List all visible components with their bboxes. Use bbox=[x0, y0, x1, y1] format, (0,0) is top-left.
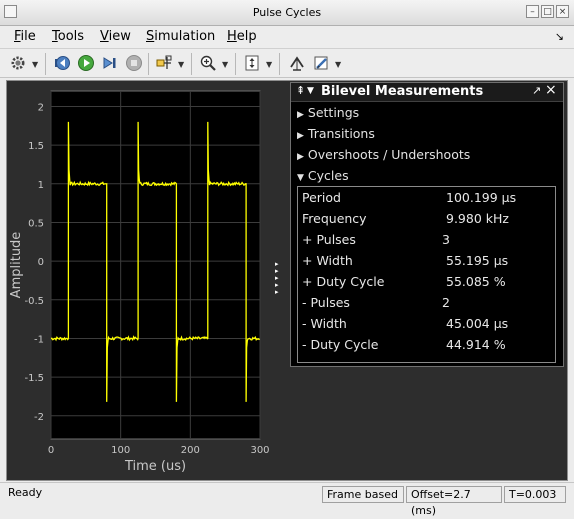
bilevel-measurements-panel: ⇞ ▼ Bilevel Measurements ↗ × ▶ Settings … bbox=[290, 82, 564, 367]
step-back-icon[interactable] bbox=[52, 53, 72, 73]
stop-icon[interactable] bbox=[124, 53, 144, 73]
panel-title: Bilevel Measurements bbox=[321, 84, 484, 99]
y-axis-label: Amplitude bbox=[9, 232, 24, 299]
menu-help[interactable]: Help bbox=[227, 29, 257, 44]
step-forward-icon[interactable] bbox=[100, 53, 120, 73]
maximize-button[interactable]: □ bbox=[541, 5, 554, 18]
zoom-dropdown-icon[interactable]: ▼ bbox=[222, 60, 228, 69]
x-axis-label: Time (us) bbox=[124, 459, 186, 474]
toolbar-separator bbox=[191, 53, 192, 75]
section-overshoots[interactable]: ▶ Overshoots / Undershoots bbox=[297, 147, 470, 162]
status-time: T=0.003 bbox=[504, 486, 566, 503]
plot-area bbox=[50, 90, 261, 440]
scale-axes-icon[interactable] bbox=[242, 53, 262, 73]
x-tick-label: 100 bbox=[111, 445, 130, 456]
minimize-button[interactable]: – bbox=[526, 5, 539, 18]
expand-arrow-icon: ▶ bbox=[297, 152, 304, 162]
gear-icon[interactable] bbox=[8, 53, 28, 73]
cycle-value: 100.199 µs bbox=[446, 190, 517, 205]
cycle-label: - Width bbox=[302, 316, 347, 331]
run-icon[interactable] bbox=[76, 53, 96, 73]
cycle-value: 45.004 µs bbox=[446, 316, 509, 331]
settings-dropdown-icon[interactable]: ▼ bbox=[32, 60, 38, 69]
toolbar-separator bbox=[148, 53, 149, 75]
expand-arrow-icon: ▶ bbox=[297, 131, 304, 141]
section-transitions[interactable]: ▶ Transitions bbox=[297, 126, 375, 141]
undock-panel-icon[interactable]: ↗ bbox=[532, 84, 541, 97]
scale-dropdown-icon[interactable]: ▼ bbox=[266, 60, 272, 69]
cursor-measure-icon[interactable] bbox=[287, 53, 307, 73]
cycles-table: Period 100.199 µs Frequency 9.980 kHz + … bbox=[297, 186, 556, 363]
window-titlebar: Pulse Cycles – □ × bbox=[0, 0, 574, 26]
menu-view[interactable]: View bbox=[100, 29, 131, 44]
cycle-label: Period bbox=[302, 190, 341, 205]
style-dropdown-icon[interactable]: ▼ bbox=[335, 60, 341, 69]
y-tick-label: -1.5 bbox=[24, 373, 44, 384]
trigger-icon[interactable] bbox=[154, 53, 174, 73]
y-tick-label: 1 bbox=[38, 180, 44, 191]
section-cycles[interactable]: ▼ Cycles bbox=[297, 168, 349, 183]
panel-header: ⇞ ▼ Bilevel Measurements ↗ × bbox=[291, 82, 563, 102]
toolbar-separator bbox=[45, 53, 46, 75]
y-tick-label: -2 bbox=[34, 412, 44, 423]
toolbar: ▼ ▼ ▼ ▼ ▼ bbox=[0, 48, 574, 78]
time-domain-plot[interactable]: 2 1.5 1 0.5 0 -0.5 -1 -1.5 -2 0 100 200 300 Time (us… bbox=[7, 81, 285, 480]
y-tick-label: 0.5 bbox=[28, 218, 44, 229]
cycle-label: Frequency bbox=[302, 211, 367, 226]
zoom-in-icon[interactable] bbox=[198, 53, 218, 73]
menu-tools[interactable]: Tools bbox=[52, 29, 84, 44]
x-tick-label: 200 bbox=[181, 445, 200, 456]
collapse-panel-icon[interactable]: ▼ bbox=[307, 86, 314, 96]
cycle-label: - Duty Cycle bbox=[302, 337, 379, 352]
menu-file[interactable]: File bbox=[14, 29, 36, 44]
status-ready: Ready bbox=[8, 486, 43, 499]
cycle-value: 55.195 µs bbox=[446, 253, 509, 268]
expand-arrow-icon: ▶ bbox=[297, 110, 304, 120]
status-offset: Offset=2.7 (ms) bbox=[406, 486, 502, 517]
status-frame-mode: Frame based bbox=[322, 486, 404, 503]
undock-icon[interactable]: ↘ bbox=[555, 30, 564, 43]
close-panel-icon[interactable]: × bbox=[545, 82, 557, 98]
close-button[interactable]: × bbox=[556, 5, 569, 18]
toolbar-separator bbox=[235, 53, 236, 75]
scope-canvas: 2 1.5 1 0.5 0 -0.5 -1 -1.5 -2 0 100 200 300 Time (us… bbox=[6, 80, 568, 481]
y-tick-label: 2 bbox=[38, 102, 44, 113]
trigger-dropdown-icon[interactable]: ▼ bbox=[178, 60, 184, 69]
pin-icon[interactable]: ⇞ bbox=[296, 84, 305, 97]
y-tick-label: -0.5 bbox=[24, 296, 44, 307]
panel-collapse-handle[interactable]: ▸ ▸ ▸ ▸ ▸ bbox=[275, 261, 283, 296]
section-settings[interactable]: ▶ Settings bbox=[297, 105, 359, 120]
cycle-value: 55.085 % bbox=[446, 274, 506, 289]
cycle-value: 3 bbox=[442, 232, 450, 247]
y-tick-label: 0 bbox=[38, 257, 44, 268]
menu-simulation[interactable]: Simulation bbox=[146, 29, 215, 44]
x-tick-label: 0 bbox=[48, 445, 54, 456]
x-tick-label: 300 bbox=[250, 445, 269, 456]
cycle-value: 9.980 kHz bbox=[446, 211, 509, 226]
window-title: Pulse Cycles bbox=[252, 6, 322, 19]
status-bar: Ready Frame based Offset=2.7 (ms) T=0.00… bbox=[0, 482, 574, 517]
brush-edit-icon[interactable] bbox=[311, 53, 331, 73]
cycle-label: + Width bbox=[302, 253, 353, 268]
toolbar-separator bbox=[279, 53, 280, 75]
collapse-arrow-icon: ▼ bbox=[297, 173, 304, 183]
y-tick-label: -1 bbox=[34, 334, 44, 345]
cycle-value: 44.914 % bbox=[446, 337, 506, 352]
cycle-value: 2 bbox=[442, 295, 450, 310]
menu-bar: File Tools View Simulation Help ↘ bbox=[0, 26, 574, 48]
cycle-label: - Pulses bbox=[302, 295, 350, 310]
cycle-label: + Pulses bbox=[302, 232, 356, 247]
y-tick-label: 1.5 bbox=[28, 141, 44, 152]
cycle-label: + Duty Cycle bbox=[302, 274, 385, 289]
